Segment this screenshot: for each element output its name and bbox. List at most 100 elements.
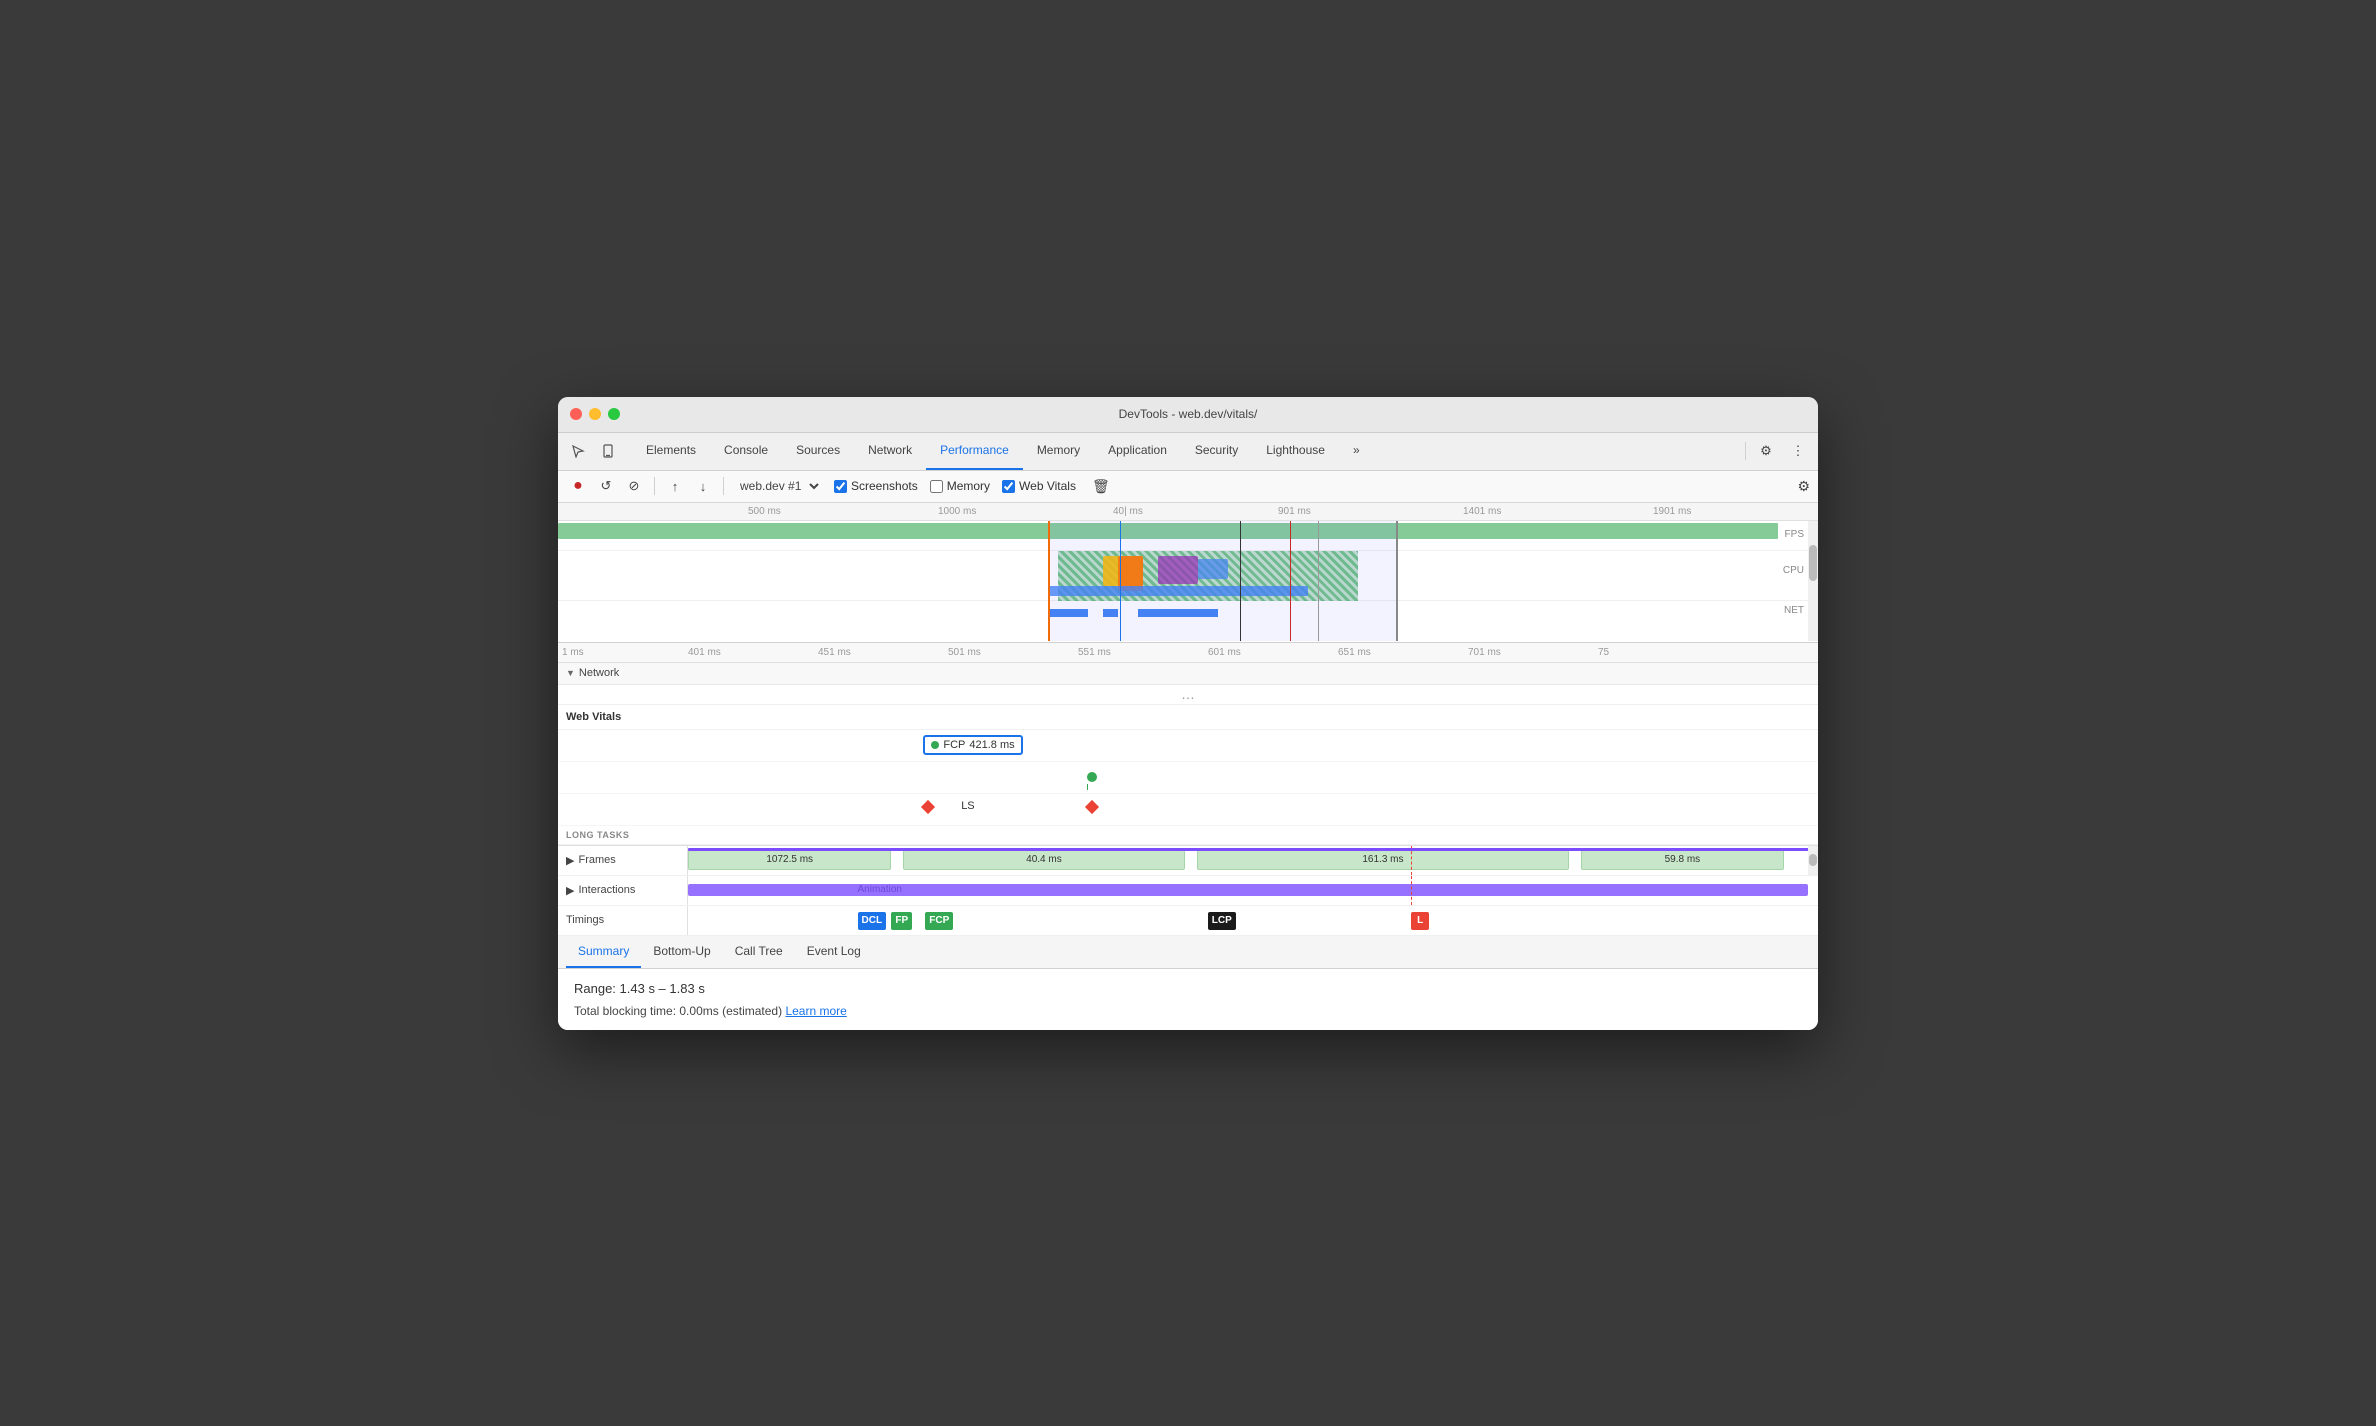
web-vitals-label: Web Vitals xyxy=(1019,479,1076,493)
network-section-header[interactable]: ▼ Network xyxy=(558,663,1818,685)
toolbar-separator-2 xyxy=(723,477,724,495)
interactions-expand-icon: ▶ xyxy=(566,884,574,897)
net-label: NET xyxy=(1784,605,1804,616)
timing-lcp[interactable]: LCP xyxy=(1208,912,1236,930)
ruler-tick-1401: 1401 ms xyxy=(1463,506,1501,517)
timing-fp[interactable]: FP xyxy=(891,912,912,930)
blocking-time-text: Total blocking time: 0.00ms (estimated) … xyxy=(574,1004,1802,1018)
delete-button[interactable]: 🗑 xyxy=(1088,476,1114,497)
frames-scrollbar-thumb[interactable] xyxy=(1809,854,1817,866)
tab-memory[interactable]: Memory xyxy=(1023,433,1094,470)
web-vitals-section: Web Vitals FCP 421.8 ms LS xyxy=(558,705,1818,846)
frame-bar-4[interactable]: 59.8 ms xyxy=(1581,850,1784,870)
tab-console[interactable]: Console xyxy=(710,433,782,470)
orange-timeline-line xyxy=(1048,521,1050,641)
nav-tabs: Elements Console Sources Network Perform… xyxy=(632,433,1737,470)
frame-3-label: 161.3 ms xyxy=(1362,854,1403,865)
fcp-row: FCP 421.8 ms xyxy=(558,730,1818,762)
tab-bottom-up[interactable]: Bottom-Up xyxy=(641,936,722,968)
vitals-green-dot xyxy=(1087,772,1097,782)
memory-checkbox-label[interactable]: Memory xyxy=(930,479,990,493)
web-vitals-checkbox-label[interactable]: Web Vitals xyxy=(1002,479,1076,493)
screenshots-checkbox[interactable] xyxy=(834,480,847,493)
tab-network[interactable]: Network xyxy=(854,433,926,470)
tab-security[interactable]: Security xyxy=(1181,433,1252,470)
fcp-dot xyxy=(931,741,939,749)
memory-checkbox[interactable] xyxy=(930,480,943,493)
range-text: Range: 1.43 s – 1.83 s xyxy=(574,981,1802,996)
overview-area[interactable]: FPS CPU NET xyxy=(558,521,1818,641)
tab-lighthouse[interactable]: Lighthouse xyxy=(1252,433,1339,470)
ruler-1ms: 1 ms xyxy=(562,647,584,658)
session-select[interactable]: web.dev #1 xyxy=(732,476,822,496)
summary-panel: Range: 1.43 s – 1.83 s Total blocking ti… xyxy=(558,969,1818,1030)
tab-elements[interactable]: Elements xyxy=(632,433,710,470)
interactions-label[interactable]: ▶ Interactions xyxy=(558,876,688,905)
checkbox-group: Screenshots Memory Web Vitals 🗑 xyxy=(834,476,1114,497)
timings-label: Timings xyxy=(558,906,688,935)
web-vitals-checkbox[interactable] xyxy=(1002,480,1015,493)
timing-dcl[interactable]: DCL xyxy=(858,912,887,930)
cursor-icon[interactable] xyxy=(566,439,590,463)
ruler-tick-1901: 1901 ms xyxy=(1653,506,1691,517)
record-button[interactable]: ● xyxy=(566,474,590,498)
devtools-settings-button[interactable]: ⚙ xyxy=(1754,439,1778,463)
mobile-icon[interactable] xyxy=(596,439,620,463)
minimize-button[interactable] xyxy=(589,408,601,420)
frame-bar-1[interactable]: 1072.5 ms xyxy=(688,850,891,870)
screenshots-checkbox-label[interactable]: Screenshots xyxy=(834,479,918,493)
tab-more[interactable]: » xyxy=(1339,433,1374,470)
reload-button[interactable]: ↺ xyxy=(594,474,618,498)
timings-row: Timings DCL FP FCP LCP L xyxy=(558,906,1818,936)
frame-bar-3[interactable]: 161.3 ms xyxy=(1197,850,1570,870)
scrollbar-thumb[interactable] xyxy=(1809,545,1817,581)
devtools-more-button[interactable]: ⋮ xyxy=(1786,439,1810,463)
ls-diamond-2 xyxy=(1085,799,1099,813)
interactions-content: Animation xyxy=(688,876,1818,905)
ruler-tick-500: 500 ms xyxy=(748,506,781,517)
green-dot-row xyxy=(558,762,1818,794)
timing-fcp[interactable]: FCP xyxy=(925,912,953,930)
frames-scrollbar[interactable] xyxy=(1808,846,1818,875)
animation-bar xyxy=(688,884,1808,896)
tab-sources[interactable]: Sources xyxy=(782,433,854,470)
overview-scrollbar[interactable] xyxy=(1808,521,1818,641)
ls-diamond-1 xyxy=(921,799,935,813)
interactions-row: ▶ Interactions Animation xyxy=(558,876,1818,906)
long-tasks-header: LONG TASKS xyxy=(558,826,1818,845)
tab-performance[interactable]: Performance xyxy=(926,433,1023,470)
fcp-label: FCP xyxy=(943,739,965,751)
fcp-badge[interactable]: FCP 421.8 ms xyxy=(923,735,1022,755)
close-button[interactable] xyxy=(570,408,582,420)
frame-bar-2[interactable]: 40.4 ms xyxy=(903,850,1186,870)
learn-more-link[interactable]: Learn more xyxy=(785,1004,846,1018)
dots-row: … xyxy=(558,685,1818,705)
timeline-main: 1 ms 401 ms 451 ms 501 ms 551 ms 601 ms … xyxy=(558,643,1818,936)
frames-label[interactable]: ▶ Frames xyxy=(558,846,688,875)
clear-button[interactable]: ⊘ xyxy=(622,474,646,498)
capture-settings-button[interactable]: ⚙ xyxy=(1797,478,1810,495)
frame-2-label: 40.4 ms xyxy=(1026,854,1062,865)
timing-l[interactable]: L xyxy=(1411,912,1429,930)
tab-event-log[interactable]: Event Log xyxy=(795,936,873,968)
dots-text: … xyxy=(1181,686,1195,702)
red-marker-line xyxy=(1290,521,1291,641)
maximize-button[interactable] xyxy=(608,408,620,420)
tab-application[interactable]: Application xyxy=(1094,433,1181,470)
selected-region[interactable] xyxy=(1048,521,1398,641)
tab-summary[interactable]: Summary xyxy=(566,936,641,968)
ruler-501ms: 501 ms xyxy=(948,647,981,658)
frames-text: Frames xyxy=(578,854,615,866)
export-button[interactable]: ↓ xyxy=(691,474,715,498)
toolbar: ● ↺ ⊘ ↑ ↓ web.dev #1 Screenshots Memory … xyxy=(558,471,1818,503)
fps-label: FPS xyxy=(1785,529,1804,540)
import-button[interactable]: ↑ xyxy=(663,474,687,498)
nav-right: ⚙ ⋮ xyxy=(1745,439,1810,463)
ls-label: LS xyxy=(961,800,974,812)
marker-line xyxy=(1240,521,1241,641)
ruler-651ms: 651 ms xyxy=(1338,647,1371,658)
frames-expand-icon: ▶ xyxy=(566,854,574,867)
nav-icons xyxy=(566,439,620,463)
ruler-tick-1000: 1000 ms xyxy=(938,506,976,517)
tab-call-tree[interactable]: Call Tree xyxy=(723,936,795,968)
